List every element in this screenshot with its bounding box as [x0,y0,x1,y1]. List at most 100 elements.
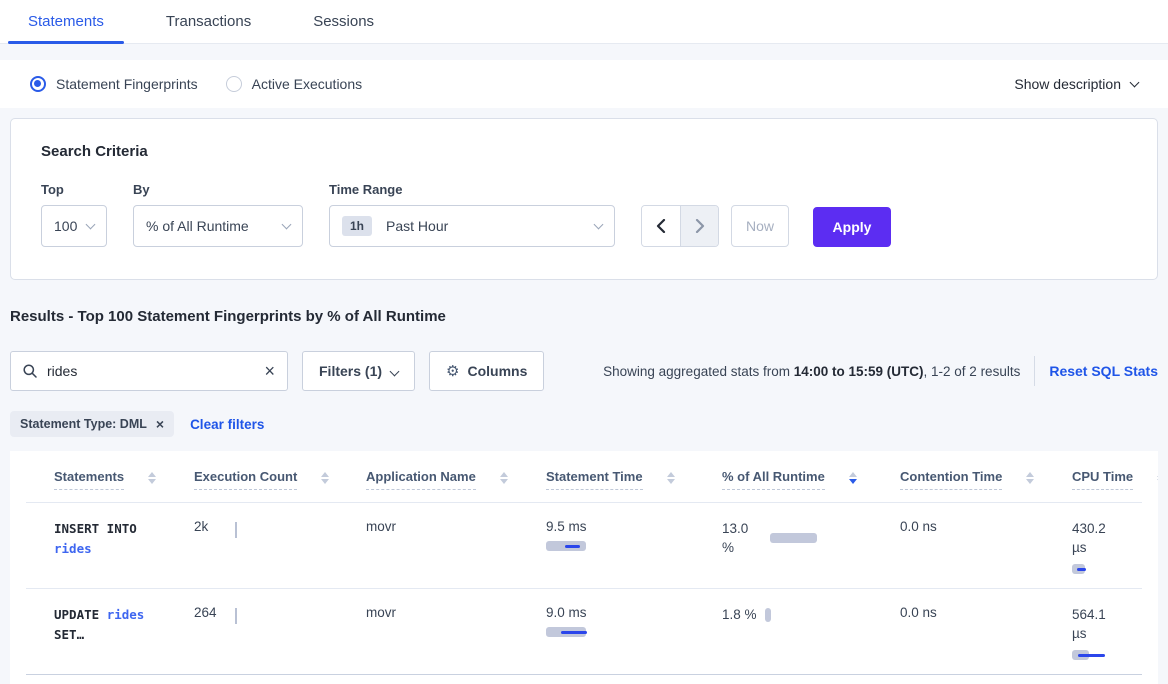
chevron-left-icon [656,219,666,233]
top-select[interactable]: 100 [41,205,107,247]
columns-button[interactable]: ⚙ Columns [429,351,544,391]
column-header-cpu-time: CPU Time [1044,451,1142,502]
sort-icon-descending-active[interactable] [849,472,857,484]
tab-transactions[interactable]: Transactions [146,0,271,43]
view-toggle-bar: Statement Fingerprints Active Executions… [0,60,1168,108]
column-header-label[interactable]: Application Name [366,469,476,490]
column-header-label[interactable]: Contention Time [900,469,1002,490]
column-header-label[interactable]: Statements [54,469,124,490]
statement-time-bar [546,541,606,551]
contention-time-cell: 0.0 ns [872,503,1044,588]
cpu-time-cell: 430.2 µs [1044,503,1142,588]
chevron-down-icon [1130,78,1140,88]
time-range-select[interactable]: 1h Past Hour [329,205,615,247]
column-header-label[interactable]: CPU Time [1072,469,1133,490]
column-header-application-name: Application Name [338,451,518,502]
search-criteria-title: Search Criteria [41,143,1127,160]
application-name-cell: movr [338,589,518,674]
sort-icon[interactable] [321,472,329,484]
percent-runtime-cell: 1.8 % [694,589,872,674]
filter-badge-statement-type: Statement Type: DML × [10,411,174,437]
cpu-time-value: 564.1 µs [1072,605,1120,643]
statement-fingerprint[interactable]: UPDATE rides SET… [54,605,172,645]
table-header-row: Statements Execution Count Application N… [26,451,1142,503]
sort-icon[interactable] [667,472,675,484]
active-filters-row: Statement Type: DML × Clear filters [10,411,1158,437]
clear-search-icon[interactable]: × [264,362,275,380]
radio-statement-fingerprints-label: Statement Fingerprints [56,76,198,92]
table-row: INSERT INTO rides 2k movr 9.5 ms 13.0 % … [26,503,1142,589]
clear-filters-link[interactable]: Clear filters [190,417,264,432]
execution-count-cell: 264 [166,589,338,674]
sort-icon[interactable] [500,472,508,484]
by-label: By [133,182,303,197]
sort-icon[interactable] [1157,472,1158,484]
tab-sessions-label: Sessions [313,13,374,30]
statement-fingerprint[interactable]: INSERT INTO rides [54,519,172,559]
apply-button[interactable]: Apply [813,207,891,247]
cpu-time-value: 430.2 µs [1072,519,1120,557]
next-time-range-button[interactable] [680,206,718,246]
radio-active-executions-label: Active Executions [252,76,363,92]
tab-sessions[interactable]: Sessions [293,0,394,43]
tab-statements-label: Statements [28,13,104,30]
cpu-time-bar [1072,564,1132,574]
percent-runtime-value: 1.8 % [722,605,757,624]
filters-button-label: Filters (1) [319,363,382,379]
percent-runtime-cell: 13.0 % [694,503,872,588]
column-header-percent-runtime: % of All Runtime [694,451,872,502]
chevron-down-icon [594,220,604,230]
top-label: Top [41,182,107,197]
now-button[interactable]: Now [731,205,789,247]
column-header-label[interactable]: Execution Count [194,469,297,490]
contention-time-cell: 0.0 ns [872,589,1044,674]
statement-time-value: 9.5 ms [546,519,694,534]
column-header-statement-time: Statement Time [518,451,694,502]
statement-link[interactable]: rides [107,607,145,622]
column-header-label[interactable]: Statement Time [546,469,643,490]
execution-count-value: 264 [194,605,217,620]
time-range-value: Past Hour [386,218,448,234]
search-criteria-card: Search Criteria Top 100 By % of All Runt… [10,118,1158,280]
percent-runtime-bar [765,608,771,622]
radio-active-executions[interactable] [226,76,242,92]
chevron-right-icon [695,219,705,233]
cpu-time-bar [1072,650,1132,660]
top-select-value: 100 [54,218,77,234]
execution-count-cell: 2k [166,503,338,588]
sort-icon[interactable] [148,472,156,484]
show-description-toggle[interactable]: Show description [1014,76,1138,92]
percent-runtime-value: 13.0 % [722,519,762,557]
column-header-execution-count: Execution Count [166,451,338,502]
execution-count-bar [235,608,237,624]
statement-time-bar [546,627,606,637]
columns-button-label: Columns [467,363,527,379]
sort-icon[interactable] [1026,472,1034,484]
chevron-down-icon [282,220,292,230]
statement-time-value: 9.0 ms [546,605,694,620]
tab-statements[interactable]: Statements [8,0,124,43]
stats-time-range: 14:00 to 15:59 (UTC) [794,364,924,379]
time-range-badge: 1h [342,216,372,236]
aggregated-stats-note: Showing aggregated stats from 14:00 to 1… [603,364,1020,379]
results-heading: Results - Top 100 Statement Fingerprints… [10,308,1158,325]
show-description-label: Show description [1014,76,1121,92]
search-input[interactable] [47,363,264,379]
table-row: UPDATE rides SET… 264 movr 9.0 ms 1.8 % … [26,589,1142,675]
filters-button[interactable]: Filters (1) [302,351,415,391]
chevron-down-icon [86,220,96,230]
reset-sql-stats-link[interactable]: Reset SQL Stats [1049,363,1158,379]
statement-time-cell: 9.0 ms [518,589,694,674]
filter-badge-label: Statement Type: DML [20,417,147,431]
previous-time-range-button[interactable] [642,206,680,246]
gear-icon: ⚙ [446,362,459,380]
remove-filter-icon[interactable]: × [156,417,164,431]
chevron-down-icon [390,366,400,376]
radio-statement-fingerprints[interactable] [30,76,46,92]
statement-link[interactable]: rides [54,541,92,556]
by-select[interactable]: % of All Runtime [133,205,303,247]
sql-activity-tabbar: Statements Transactions Sessions [0,0,1168,44]
column-header-label[interactable]: % of All Runtime [722,469,825,490]
statements-table: Statements Execution Count Application N… [10,451,1158,684]
time-range-label: Time Range [329,182,615,197]
